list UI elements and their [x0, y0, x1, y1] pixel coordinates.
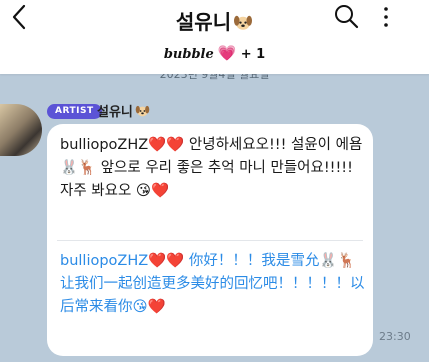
message-bubble[interactable]: bulliopoZHZ❤️❤️ 안녕하세요오!!! 설윤이 에욤🐰🦌 앞으로 우… [47, 124, 373, 356]
sender-name: 설유니 [97, 101, 150, 120]
translation-divider [57, 240, 363, 241]
avatar[interactable] [0, 104, 42, 156]
artist-badge: ARTIST [47, 104, 102, 119]
page-title: 설유니 [0, 6, 429, 35]
bubble-subscription-line[interactable]: bubble 💗 + 1 [0, 44, 429, 62]
dog-face-icon [135, 105, 150, 117]
more-vertical-icon[interactable] [382, 4, 390, 30]
bubble-logo-text: bubble [163, 47, 214, 62]
heart-icon: 💗 [217, 44, 237, 62]
title-text: 설유니 [175, 10, 232, 34]
translated-message-text: bulliopoZHZ❤️❤️ 你好！！！我是雪允🐰🦌 让我们一起创造更多美好的… [60, 253, 365, 315]
dog-face-icon [234, 15, 253, 30]
message-timestamp: 23:30 [379, 330, 411, 343]
top-bar: 설유니 bubble 💗 + 1 [0, 0, 429, 74]
sender-name-text: 설유니 [97, 105, 133, 120]
message-text: bulliopoZHZ❤️❤️ 안녕하세요오!!! 설윤이 에욤🐰🦌 앞으로 우… [60, 137, 363, 199]
search-icon[interactable] [333, 3, 359, 29]
subscription-count: + 1 [240, 47, 266, 62]
